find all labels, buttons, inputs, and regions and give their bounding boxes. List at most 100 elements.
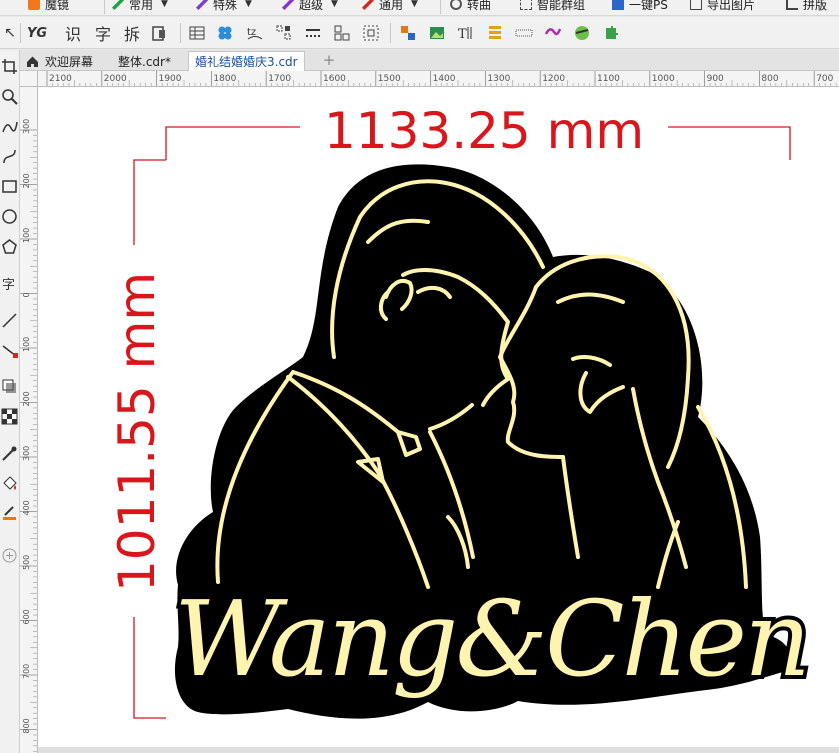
add-tab-icon[interactable]: + bbox=[320, 52, 338, 69]
document-tabs: 欢迎屏幕 整体.cdr* 婚礼结婚婚庆3.cdr + bbox=[20, 50, 839, 71]
script-name-text[interactable]: Wang&Chen bbox=[170, 574, 815, 704]
yg-button[interactable]: YG bbox=[25, 22, 49, 44]
brush-icon bbox=[362, 0, 374, 10]
distribute-icon[interactable] bbox=[275, 24, 293, 42]
shadow-tool-icon[interactable] bbox=[1, 378, 18, 395]
tab-wedding[interactable]: 婚礼结婚婚庆3.cdr bbox=[188, 51, 305, 71]
polygon-tool-icon[interactable] bbox=[1, 238, 18, 255]
ruler-label: 1200 bbox=[542, 74, 565, 84]
image-icon[interactable] bbox=[428, 24, 446, 42]
list-icon[interactable] bbox=[486, 24, 504, 42]
curve-tool-icon[interactable] bbox=[1, 148, 18, 165]
chevron-down-icon: ▼ bbox=[161, 0, 168, 9]
home-icon bbox=[27, 56, 38, 67]
ruler-corner[interactable] bbox=[20, 71, 38, 87]
svg-text:T: T bbox=[458, 27, 467, 42]
width-dimension[interactable]: 1133.25 mm bbox=[165, 102, 791, 160]
mirror-label: 魔镜 bbox=[45, 0, 70, 12]
toolbox: 字 bbox=[0, 50, 20, 753]
text-path-icon[interactable]: tz bbox=[246, 24, 264, 42]
smart-group-button[interactable]: 智能群组 bbox=[520, 0, 585, 13]
height-dimension[interactable]: 1011.55 mm bbox=[108, 159, 166, 719]
export-image-button[interactable]: 导出图片 bbox=[690, 0, 755, 13]
page-icon[interactable] bbox=[150, 24, 168, 42]
smart-group-icon bbox=[520, 0, 532, 10]
drawing-canvas[interactable]: 1133.25 mm 1011.55 mm Wang&Chen bbox=[38, 87, 839, 747]
ruler-label: 1300 bbox=[487, 74, 510, 84]
common-button[interactable]: 常用 ▼ bbox=[112, 0, 168, 13]
smart-fill-tool-icon[interactable] bbox=[1, 505, 18, 522]
chevron-down-icon: ▼ bbox=[245, 0, 252, 9]
ruler-label: 200 bbox=[22, 391, 31, 406]
align-icon[interactable] bbox=[399, 24, 417, 42]
pick-tool-icon[interactable]: ↖ bbox=[2, 22, 18, 44]
add-tool-icon[interactable] bbox=[1, 547, 18, 564]
ruler-label: 700 bbox=[816, 74, 833, 84]
text-tool-icon[interactable]: 字 bbox=[1, 275, 18, 292]
crop-tool-icon[interactable] bbox=[1, 58, 18, 75]
transparency-tool-icon[interactable] bbox=[1, 408, 18, 425]
ruler-label: 500 bbox=[22, 555, 31, 570]
tools-toolbar: ↖ YG 识 字 拆 tz T bbox=[0, 17, 839, 49]
ruler-label: 2100 bbox=[49, 74, 72, 84]
convert-curve-label: 转曲 bbox=[467, 0, 492, 12]
ruler-label: 800 bbox=[761, 74, 778, 84]
line-tool-icon[interactable] bbox=[1, 312, 18, 329]
plugin-puzzle-icon[interactable] bbox=[602, 24, 620, 42]
tab-welcome-label: 欢迎屏幕 bbox=[45, 54, 94, 69]
frame-select-icon[interactable] bbox=[362, 24, 380, 42]
ruler-label: 1800 bbox=[213, 74, 236, 84]
eyedropper-tool-icon[interactable] bbox=[1, 445, 18, 462]
ruler-label: 900 bbox=[707, 74, 724, 84]
convert-curve-icon bbox=[450, 0, 462, 10]
ruler-label: 100 bbox=[22, 337, 31, 352]
fill-tool-icon[interactable] bbox=[1, 475, 18, 492]
imposition-button[interactable]: 拼版 bbox=[786, 0, 827, 13]
ps-icon bbox=[612, 0, 624, 10]
super-button[interactable]: 超级 ▼ bbox=[282, 0, 338, 13]
ellipse-tool-icon[interactable] bbox=[1, 208, 18, 225]
vertical-ruler[interactable]: 300 200 100 0 100 200 300 400 500 600 700 800 bbox=[20, 87, 38, 753]
freehand-tool-icon[interactable] bbox=[1, 118, 18, 135]
coreldraw-window: 魔镜 常用 ▼ 特殊 ▼ 超级 ▼ 通用 ▼ 转曲 智能群组 一键PS 导出图片… bbox=[0, 0, 839, 753]
mirror-button[interactable]: 魔镜 bbox=[28, 0, 69, 13]
plugin-toolbar: 魔镜 常用 ▼ 特殊 ▼ 超级 ▼ 通用 ▼ 转曲 智能群组 一键PS 导出图片… bbox=[0, 0, 839, 16]
special-label: 特殊 bbox=[213, 0, 238, 12]
horizontal-scrollbar[interactable] bbox=[38, 747, 839, 753]
special-button[interactable]: 特殊 ▼ bbox=[196, 0, 252, 13]
text-frame-icon[interactable]: T bbox=[457, 24, 475, 42]
ruler-label: 1900 bbox=[159, 74, 182, 84]
globe-icon[interactable] bbox=[573, 24, 591, 42]
lines-icon[interactable] bbox=[304, 24, 322, 42]
grid-snap-icon[interactable] bbox=[333, 24, 351, 42]
svg-text:字: 字 bbox=[2, 278, 15, 292]
general-button[interactable]: 通用 ▼ bbox=[362, 0, 418, 13]
char-button[interactable]: 字 bbox=[92, 22, 114, 44]
width-dimension-text: 1133.25 mm bbox=[324, 102, 644, 160]
chevron-down-icon: ▼ bbox=[411, 0, 418, 9]
horizontal-ruler[interactable]: 2100 2000 1900 1800 1700 1600 1500 1400 1300 1200… bbox=[38, 71, 839, 87]
split-button[interactable]: 拆 bbox=[121, 22, 143, 44]
rectangle-tool-icon[interactable] bbox=[1, 178, 18, 195]
ruler-label: 1600 bbox=[323, 74, 346, 84]
general-label: 通用 bbox=[379, 0, 404, 12]
connector-tool-icon[interactable] bbox=[1, 342, 18, 359]
tab-whole[interactable]: 整体.cdr* bbox=[112, 51, 177, 71]
ruler-label: 300 bbox=[22, 446, 31, 461]
pattern-icon[interactable] bbox=[216, 24, 234, 42]
barcode-icon[interactable] bbox=[515, 24, 533, 42]
smart-group-label: 智能群组 bbox=[537, 0, 586, 12]
ruler-label: 1000 bbox=[652, 74, 675, 84]
effect-icon[interactable] bbox=[544, 24, 562, 42]
imposition-label: 拼版 bbox=[803, 0, 828, 12]
zoom-tool-icon[interactable] bbox=[1, 88, 18, 105]
ruler-label: 300 bbox=[22, 119, 31, 134]
ruler-label: 1400 bbox=[433, 74, 456, 84]
export-image-label: 导出图片 bbox=[707, 0, 756, 12]
recognize-button[interactable]: 识 bbox=[62, 22, 84, 44]
convert-curve-button[interactable]: 转曲 bbox=[450, 0, 491, 13]
table-icon[interactable] bbox=[188, 24, 206, 42]
tab-welcome[interactable]: 欢迎屏幕 bbox=[20, 51, 99, 71]
ruler-label: 100 bbox=[22, 228, 31, 243]
one-click-ps-button[interactable]: 一键PS bbox=[612, 0, 668, 13]
